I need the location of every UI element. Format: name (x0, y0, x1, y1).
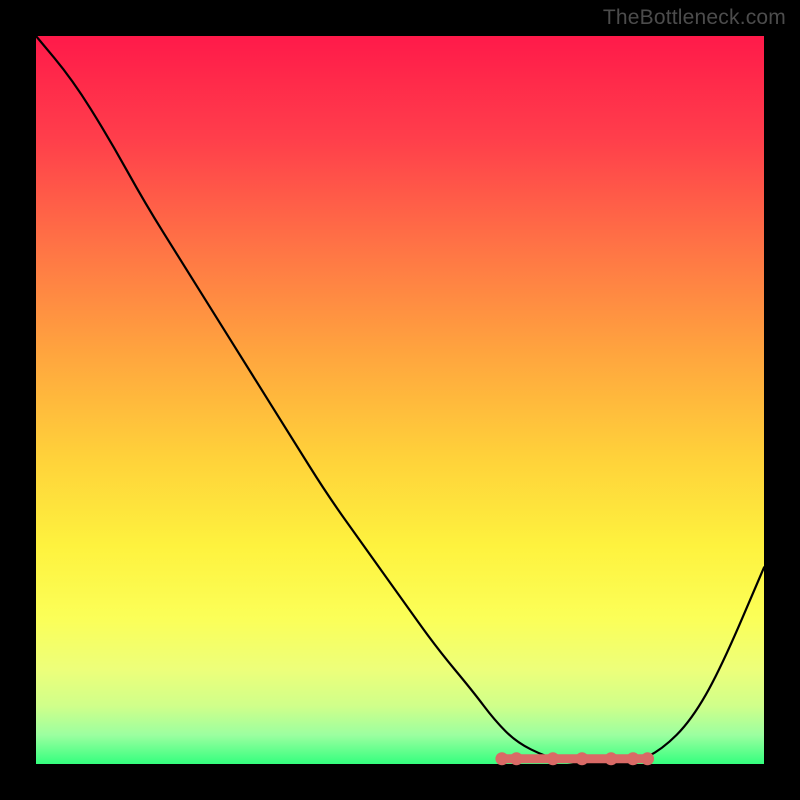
optimal-dot (546, 752, 559, 765)
optimal-dot (626, 752, 639, 765)
optimal-dot (641, 752, 654, 765)
optimal-dot (510, 752, 523, 765)
optimal-dot (605, 752, 618, 765)
optimal-dot (495, 752, 508, 765)
optimal-dot (576, 752, 589, 765)
chart-frame: TheBottleneck.com (0, 0, 800, 800)
attribution-text: TheBottleneck.com (603, 6, 786, 30)
bottleneck-curve (36, 36, 764, 764)
chart-overlay (36, 36, 764, 764)
